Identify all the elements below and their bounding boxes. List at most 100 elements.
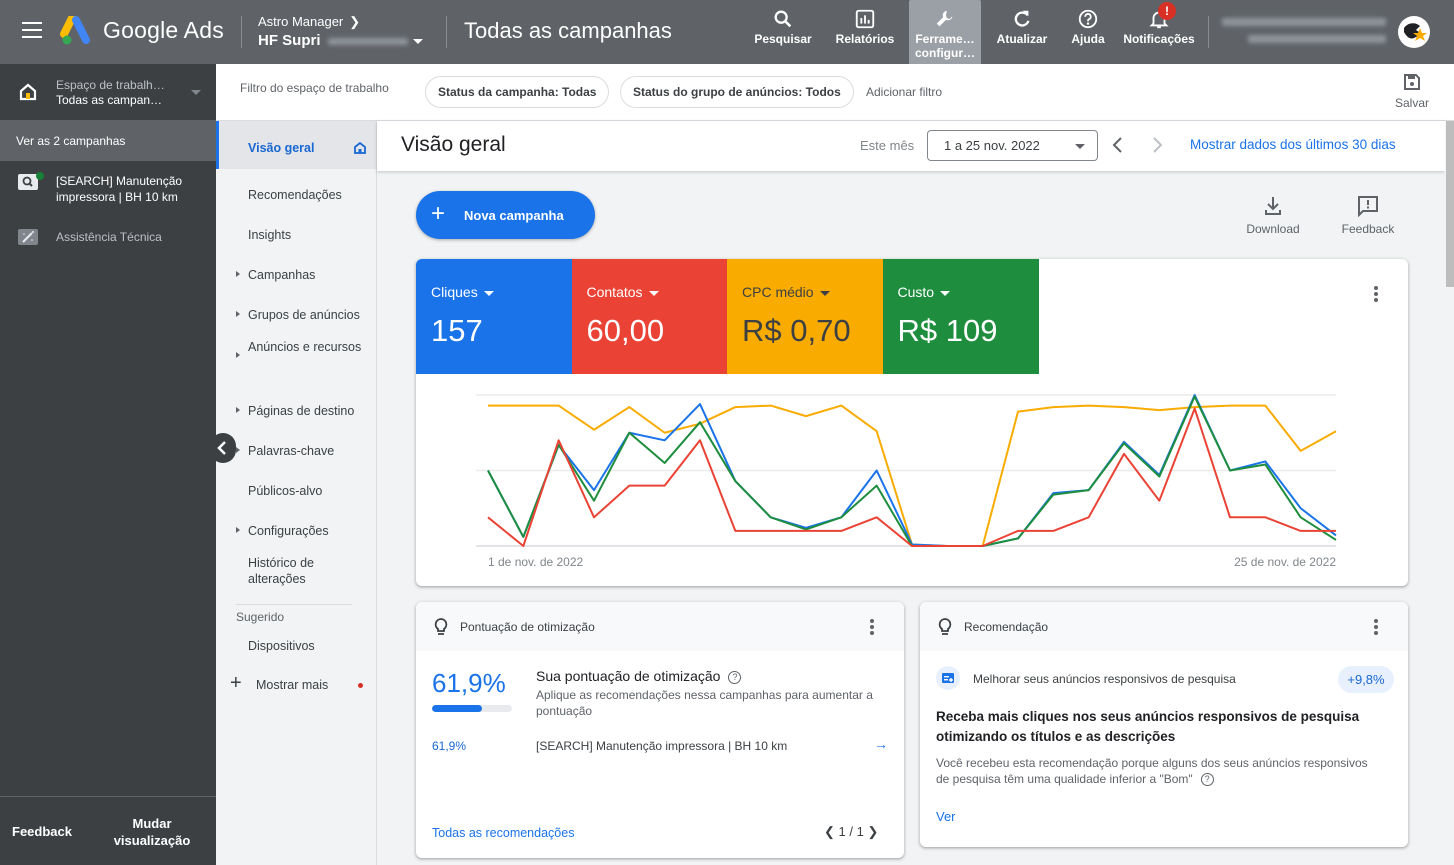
more-options-icon[interactable] — [862, 618, 882, 638]
home-icon — [19, 83, 37, 101]
campaign-score: 61,9% — [432, 739, 467, 753]
plus-icon: + — [230, 672, 242, 694]
view-recommendation-link[interactable]: Ver — [936, 809, 956, 824]
arrow-right-icon[interactable]: → — [874, 736, 888, 752]
feedback-main-button[interactable]: Feedback — [1336, 195, 1400, 236]
all-recommendations-link[interactable]: Todas as recomendações — [432, 826, 574, 840]
divider — [241, 16, 242, 48]
metric-tile[interactable]: Contatos 60,00 — [571, 259, 728, 374]
campaign-item-search[interactable]: [SEARCH] Manutenção impressora | BH 10 k… — [0, 172, 216, 212]
expand-arrow-icon — [236, 447, 240, 453]
optimization-title: Sua pontuação de otimização? — [536, 668, 742, 684]
recommendation-type: Melhorar seus anúncios responsivos de pe… — [973, 672, 1236, 686]
next-period-button[interactable] — [1147, 134, 1167, 156]
notification-badge: ! — [1158, 2, 1176, 20]
lightbulb-icon — [434, 618, 448, 635]
collapse-menu-button[interactable] — [210, 433, 236, 463]
subnav-item[interactable]: Públicos-alvo — [216, 464, 376, 504]
uplift-badge: +9,8% — [1338, 666, 1394, 693]
account-name: HF Supri — [258, 32, 321, 49]
subnav-item-suggested[interactable]: Dispositivos — [216, 629, 376, 663]
filter-label: Filtro do espaço de trabalho — [240, 81, 389, 95]
refresh-icon — [1014, 10, 1030, 27]
metric-tile[interactable]: Cliques 157 — [416, 259, 572, 374]
help-icon[interactable]: ? — [1200, 773, 1214, 786]
avatar[interactable] — [1398, 16, 1430, 48]
more-options-icon[interactable] — [1366, 618, 1386, 638]
subnav-item[interactable]: Histórico de alterações — [216, 544, 376, 600]
search-button[interactable]: Pesquisar — [748, 0, 818, 64]
refresh-button[interactable]: Atualizar — [988, 0, 1056, 64]
series-line-custo — [487, 395, 1337, 547]
chevron-down-icon — [483, 290, 494, 296]
recommendation-card: Recomendação Melhorar seus anúncios resp… — [920, 602, 1408, 847]
page-title: Todas as campanhas — [464, 18, 672, 43]
change-view-button[interactable]: Mudar visualização — [104, 815, 200, 849]
subnav-item[interactable]: Grupos de anúncios — [216, 288, 376, 328]
new-campaign-button[interactable]: + Nova campanha — [416, 191, 595, 239]
all-campaigns-item[interactable]: Ver as 2 campanhas — [0, 120, 216, 161]
chevron-down-icon — [819, 290, 830, 296]
download-icon — [1265, 197, 1281, 215]
chevron-right-icon[interactable]: ❯ — [867, 824, 878, 839]
home-icon — [354, 141, 366, 154]
google-ads-logo — [60, 16, 90, 45]
wrench-icon — [936, 10, 953, 27]
chevron-down-icon — [940, 290, 951, 296]
account-manager-link[interactable]: Astro Manager ❯ — [258, 14, 360, 30]
account-dropdown-icon[interactable] — [413, 39, 423, 44]
subnav-item[interactable]: Anúncios e recursos — [216, 328, 376, 384]
series-line-contatos — [487, 407, 1336, 547]
status-active-dot — [36, 172, 44, 180]
new-indicator-dot — [358, 683, 363, 688]
download-button[interactable]: Download — [1243, 195, 1303, 236]
chevron-left-icon[interactable]: ❮ — [824, 824, 835, 839]
subnav-item[interactable]: Configurações — [216, 504, 376, 544]
more-options-icon[interactable] — [1366, 285, 1386, 305]
divider — [236, 604, 352, 605]
performance-card: Cliques 157 Contatos 60,00 CPC médio R$ 0,70 C… — [416, 259, 1408, 586]
feedback-button[interactable]: Feedback — [12, 824, 72, 839]
help-icon[interactable]: ? — [728, 671, 742, 684]
reports-button[interactable]: Relatórios — [830, 0, 900, 64]
last-30-days-link[interactable]: Mostrar dados dos últimos 30 dias — [1190, 137, 1396, 152]
metric-value: R$ 0,70 — [742, 313, 851, 348]
search-campaign-icon — [18, 174, 38, 190]
subnav-item[interactable]: Palavras-chave — [216, 424, 376, 464]
tools-settings-button[interactable]: Ferrame… configur… — [909, 0, 981, 64]
scrollbar-thumb[interactable] — [1446, 121, 1454, 287]
notifications-button[interactable]: Notificações ! — [1120, 0, 1198, 64]
help-button[interactable]: Ajuda — [1064, 0, 1112, 64]
date-range-select[interactable]: 1 a 25 nov. 2022 — [927, 130, 1098, 161]
subnav-item[interactable]: Campanhas — [216, 248, 376, 288]
subnav-item[interactable]: Visão geral — [216, 121, 376, 169]
progress-fill — [432, 705, 482, 712]
pager: ❮ 1 / 1 ❯ — [824, 824, 879, 839]
user-account-redacted — [1222, 18, 1386, 26]
optimization-progress-bar — [432, 705, 512, 712]
subnav-item[interactable]: Recomendações — [216, 168, 376, 208]
save-button[interactable]: Salvar — [1388, 70, 1436, 110]
show-more-button[interactable]: + Mostrar mais — [216, 669, 376, 701]
card-header: Recomendação — [920, 602, 1408, 651]
previous-period-button[interactable] — [1108, 134, 1128, 156]
adgroup-status-filter-chip[interactable]: Status do grupo de anúncios: Todos — [620, 76, 854, 108]
subnav-item[interactable]: Páginas de destino — [216, 384, 376, 424]
metric-tile[interactable]: CPC médio R$ 0,70 — [727, 259, 883, 374]
plus-icon: + — [431, 200, 446, 227]
campaign-item-smart[interactable]: Assistência Técnica — [0, 228, 216, 256]
add-filter-button[interactable]: Adicionar filtro — [866, 85, 942, 99]
suggested-label: Sugerido — [236, 610, 285, 624]
metric-value: 157 — [431, 313, 483, 348]
metric-tile[interactable]: Custo R$ 109 — [882, 259, 1039, 374]
scrollbar[interactable] — [1445, 121, 1454, 865]
help-icon — [1078, 9, 1098, 29]
subnav-item[interactable]: Insights — [216, 208, 376, 248]
workspace-selector[interactable]: Espaço de trabalh… Todas as campan… — [0, 64, 216, 120]
bar-chart-icon — [855, 9, 875, 29]
menu-icon[interactable] — [22, 22, 42, 38]
campaign-status-filter-chip[interactable]: Status da campanha: Todas — [425, 76, 610, 108]
filter-bar: Filtro do espaço de trabalho Status da c… — [216, 64, 1454, 121]
leftnav-footer: Feedback Mudar visualização — [0, 796, 216, 865]
search-icon — [774, 10, 792, 28]
